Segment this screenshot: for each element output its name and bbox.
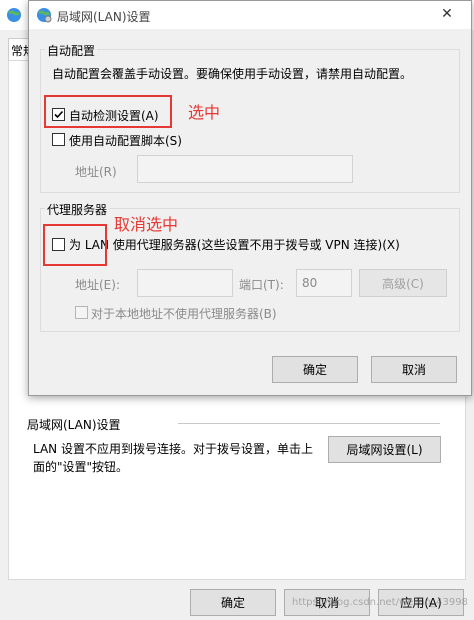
parent-globe-icon bbox=[6, 7, 22, 23]
proxy-group-title: 代理服务器 bbox=[45, 201, 110, 218]
proxy-port-label: 端口(T): bbox=[239, 278, 284, 292]
proxy-address-label: 地址(E): bbox=[75, 278, 120, 292]
annotation-deselected-text: 取消选中 bbox=[114, 215, 179, 234]
dialog-title: 局域网(LAN)设置 bbox=[57, 10, 151, 24]
proxy-address-input[interactable] bbox=[137, 269, 233, 297]
use-script-checkbox[interactable] bbox=[52, 133, 65, 146]
lan-section-title: 局域网(LAN)设置 bbox=[27, 418, 121, 432]
watermark: https://blog.csdn.net/weixin_43998 bbox=[292, 597, 468, 608]
use-proxy-label[interactable]: 为 LAN 使用代理服务器(这些设置不用于拨号或 VPN 连接)(X) bbox=[69, 236, 400, 253]
use-script-label[interactable]: 使用自动配置脚本(S) bbox=[69, 132, 182, 149]
bypass-local-label[interactable]: 对于本地地址不使用代理服务器(B) bbox=[91, 305, 277, 322]
script-address-input[interactable] bbox=[137, 155, 353, 183]
dialog-ok-button[interactable]: 确定 bbox=[272, 356, 358, 383]
proxy-port-input[interactable]: 80 bbox=[296, 269, 352, 297]
tab-general[interactable]: 常规 bbox=[8, 38, 30, 60]
dialog-cancel-button[interactable]: 取消 bbox=[371, 356, 457, 383]
advanced-button[interactable]: 高级(C) bbox=[359, 269, 447, 297]
annotation-selected-text: 选中 bbox=[188, 103, 221, 122]
bypass-local-checkbox[interactable] bbox=[75, 306, 88, 319]
annotation-box-selected bbox=[44, 95, 172, 128]
close-icon[interactable]: ✕ bbox=[433, 6, 461, 24]
annotation-box-deselected bbox=[43, 224, 107, 266]
parent-ok-button[interactable]: 确定 bbox=[190, 589, 276, 616]
dialog-title-bar: 局域网(LAN)设置 ✕ bbox=[29, 1, 471, 29]
script-address-label: 地址(R) bbox=[75, 165, 117, 179]
globe-settings-icon bbox=[36, 7, 52, 23]
proxy-port-value: 80 bbox=[302, 276, 318, 290]
lan-desc-line1: LAN 设置不应用到拨号连接。对于拨号设置，单击上 bbox=[33, 442, 313, 456]
auto-config-group-title: 自动配置 bbox=[45, 42, 98, 59]
lan-desc-line2: 面的"设置"按钮。 bbox=[33, 460, 129, 474]
lan-settings-dialog: 局域网(LAN)设置 ✕ 自动配置 自动配置会覆盖手动设置。要确保使用手动设置，… bbox=[28, 0, 472, 396]
lan-settings-button[interactable]: 局域网设置(L) bbox=[328, 436, 441, 463]
lan-section-divider bbox=[178, 423, 440, 424]
auto-config-description: 自动配置会覆盖手动设置。要确保使用手动设置，请禁用自动配置。 bbox=[52, 67, 413, 81]
